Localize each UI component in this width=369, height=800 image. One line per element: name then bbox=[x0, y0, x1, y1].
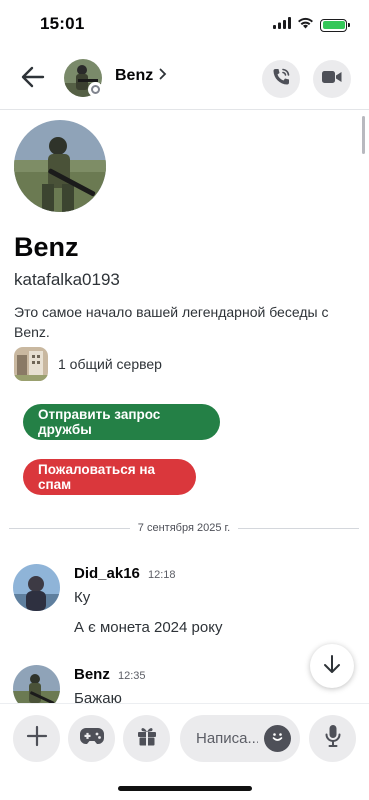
message-avatar[interactable] bbox=[13, 564, 60, 611]
status-time: 15:01 bbox=[40, 14, 85, 33]
message-input-container[interactable] bbox=[180, 715, 300, 762]
report-spam-button[interactable]: Пожаловаться на спам bbox=[23, 459, 196, 495]
profile-display-name: Benz bbox=[14, 232, 79, 262]
arrow-down-icon bbox=[323, 654, 341, 679]
emoji-button[interactable] bbox=[264, 725, 291, 752]
emoji-icon bbox=[269, 728, 286, 750]
gift-icon bbox=[136, 725, 158, 752]
gift-button[interactable] bbox=[123, 715, 170, 762]
message-composer bbox=[0, 703, 369, 800]
scrollbar[interactable] bbox=[362, 116, 365, 154]
status-icons bbox=[273, 16, 350, 34]
signal-icon bbox=[273, 16, 291, 34]
message-author[interactable]: Did_ak16 bbox=[74, 565, 140, 582]
home-indicator bbox=[118, 786, 252, 791]
arrow-left-icon bbox=[21, 66, 45, 93]
chat-header: Benz bbox=[0, 52, 369, 108]
date-divider: 7 сентября 2025 г. bbox=[9, 522, 360, 534]
message-text: А є монета 2024 року bbox=[74, 619, 223, 636]
video-camera-icon bbox=[321, 69, 343, 90]
server-icon bbox=[14, 347, 48, 381]
profile-username: katafalka0193 bbox=[14, 270, 120, 289]
chevron-right-icon bbox=[159, 67, 167, 85]
voice-message-button[interactable] bbox=[309, 715, 356, 762]
video-call-button[interactable] bbox=[313, 60, 351, 98]
back-button[interactable] bbox=[18, 64, 48, 94]
message-author[interactable]: Benz bbox=[74, 666, 110, 683]
message-timestamp: 12:35 bbox=[118, 670, 146, 682]
activities-button[interactable] bbox=[68, 715, 115, 762]
message-timestamp: 12:18 bbox=[148, 569, 176, 581]
offline-status-indicator bbox=[88, 82, 103, 97]
jump-to-latest-button[interactable] bbox=[310, 644, 354, 688]
conversation-intro: Это самое начало вашей легендарной бесед… bbox=[14, 304, 329, 340]
date-divider-label: 7 сентября 2025 г. bbox=[137, 522, 231, 534]
status-bar: 15:01 bbox=[0, 0, 369, 48]
mutual-servers-label: 1 общий сервер bbox=[58, 356, 162, 372]
attach-button[interactable] bbox=[13, 715, 60, 762]
header-divider bbox=[0, 109, 369, 110]
header-username: Benz bbox=[115, 67, 154, 84]
message-text: Ку bbox=[74, 589, 91, 606]
message-input[interactable] bbox=[196, 730, 258, 747]
profile-avatar[interactable] bbox=[14, 120, 106, 212]
battery-icon bbox=[320, 18, 350, 32]
gamepad-icon bbox=[79, 727, 105, 750]
microphone-icon bbox=[324, 724, 342, 753]
plus-icon bbox=[26, 725, 48, 752]
wifi-icon bbox=[297, 16, 314, 34]
voice-call-button[interactable] bbox=[262, 60, 300, 98]
send-friend-request-button[interactable]: Отправить запрос дружбы bbox=[23, 404, 220, 440]
mutual-servers[interactable]: 1 общий сервер bbox=[14, 347, 162, 381]
phone-call-icon bbox=[271, 67, 291, 92]
header-title[interactable]: Benz bbox=[115, 67, 167, 85]
